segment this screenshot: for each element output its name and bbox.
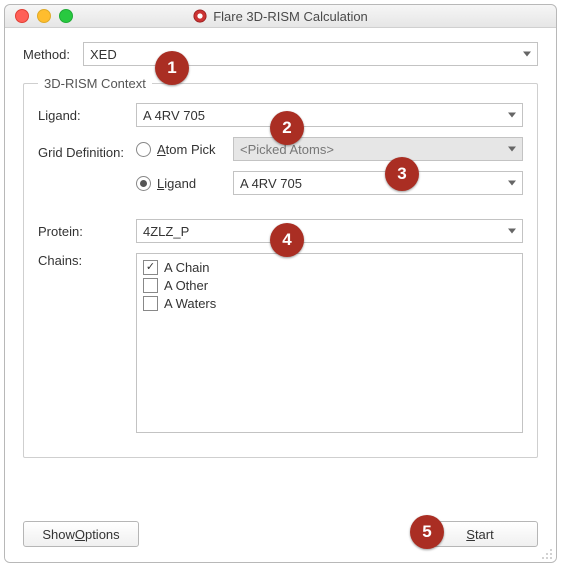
chevron-down-icon <box>508 181 516 186</box>
radio-atom-pick-label: Atom Pick <box>157 142 227 157</box>
protein-label: Protein: <box>38 224 136 239</box>
resize-grip-icon[interactable] <box>541 548 553 560</box>
check-label: A Waters <box>164 296 216 311</box>
check-label: A Chain <box>164 260 210 275</box>
chains-label: Chains: <box>38 253 136 268</box>
window-title: Flare 3D-RISM Calculation <box>5 9 556 24</box>
grid-def-row-ligand: Ligand A 4RV 705 <box>38 171 523 201</box>
grid-ligand-combo[interactable]: A 4RV 705 <box>233 171 523 195</box>
method-label: Method: <box>23 47 83 62</box>
chevron-down-icon <box>523 52 531 57</box>
protein-value: 4ZLZ_P <box>143 224 189 239</box>
list-item[interactable]: A Chain <box>143 258 516 276</box>
titlebar: Flare 3D-RISM Calculation <box>5 5 556 28</box>
window-title-text: Flare 3D-RISM Calculation <box>213 9 368 24</box>
list-item[interactable]: A Waters <box>143 294 516 312</box>
chains-row: Chains: A Chain A Other A Waters <box>38 253 523 433</box>
callout-4: 4 <box>270 223 304 257</box>
radio-atom-pick[interactable] <box>136 142 151 157</box>
check-label: A Other <box>164 278 208 293</box>
client-area: Method: XED 3D-RISM Context Ligand: A 4R… <box>5 28 556 563</box>
list-item[interactable]: A Other <box>143 276 516 294</box>
radio-ligand[interactable] <box>136 176 151 191</box>
callout-2: 2 <box>270 111 304 145</box>
chevron-down-icon <box>508 229 516 234</box>
method-combo[interactable]: XED <box>83 42 538 66</box>
grid-def-label: Grid Definition: <box>38 145 136 160</box>
ligand-value: A 4RV 705 <box>143 108 205 123</box>
dialog-window: Flare 3D-RISM Calculation Method: XED 3D… <box>4 4 557 563</box>
radio-ligand-label: Ligand <box>157 176 227 191</box>
method-row: Method: XED <box>23 42 538 66</box>
zoom-icon[interactable] <box>59 9 73 23</box>
grid-ligand-value: A 4RV 705 <box>240 176 302 191</box>
minimize-icon[interactable] <box>37 9 51 23</box>
flare-app-icon <box>193 9 207 23</box>
checkbox-a-other[interactable] <box>143 278 158 293</box>
ligand-label: Ligand: <box>38 108 136 123</box>
window-controls <box>5 9 73 23</box>
footer: Show Options Start <box>23 521 538 547</box>
context-legend: 3D-RISM Context <box>38 76 152 91</box>
checkbox-a-chain[interactable] <box>143 260 158 275</box>
checkbox-a-waters[interactable] <box>143 296 158 311</box>
method-value: XED <box>90 47 117 62</box>
ligand-combo[interactable]: A 4RV 705 <box>136 103 523 127</box>
protein-combo[interactable]: 4ZLZ_P <box>136 219 523 243</box>
callout-3: 3 <box>385 157 419 191</box>
chains-listbox[interactable]: A Chain A Other A Waters <box>136 253 523 433</box>
callout-5: 5 <box>410 515 444 549</box>
callout-1: 1 <box>155 51 189 85</box>
close-icon[interactable] <box>15 9 29 23</box>
show-options-button[interactable]: Show Options <box>23 521 139 547</box>
chevron-down-icon <box>508 147 516 152</box>
chevron-down-icon <box>508 113 516 118</box>
